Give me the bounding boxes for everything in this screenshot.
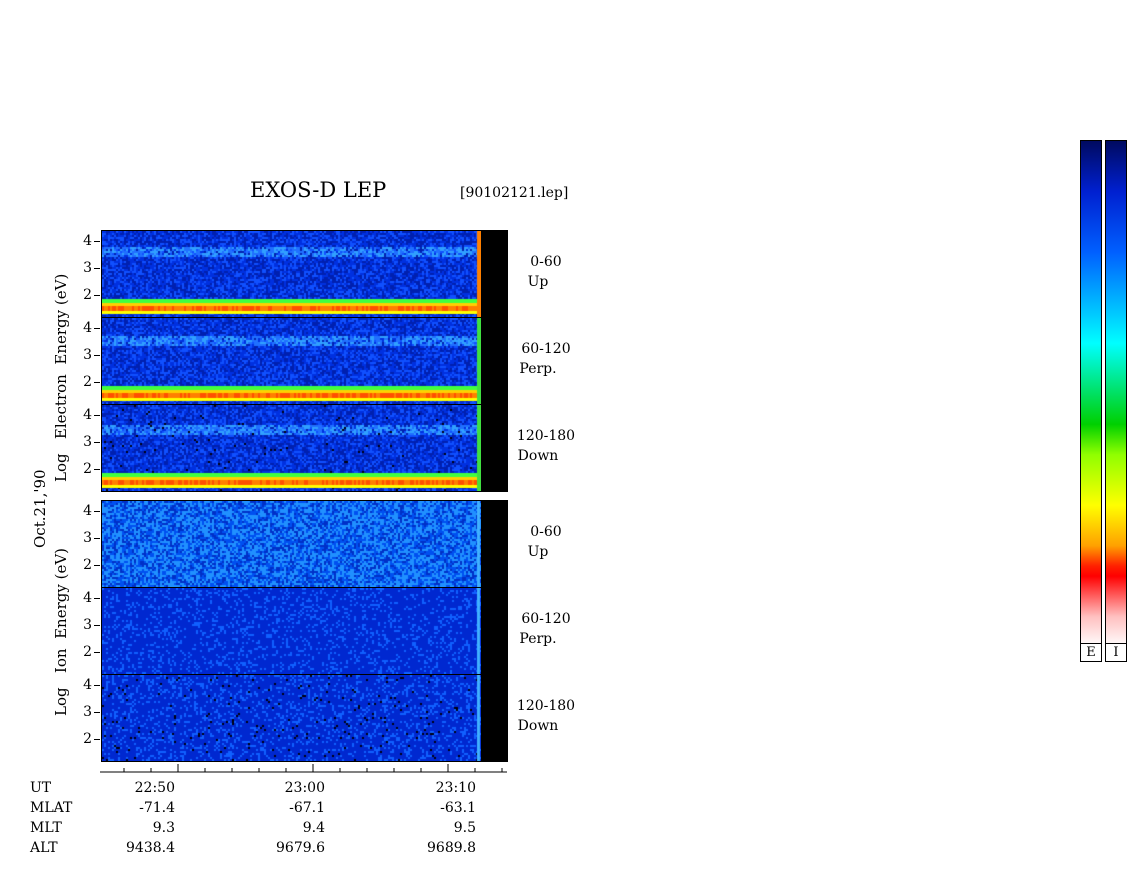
file-name: [90102121.lep] (460, 185, 569, 201)
ion-direction-label: Perp. (519, 631, 557, 647)
electron-direction-label: Down (517, 448, 559, 464)
y-tick-label: 4 (83, 320, 92, 336)
y-tick-mark (94, 469, 100, 470)
ion-panel-2 (101, 587, 482, 675)
footer-row-label: MLAT (30, 800, 73, 816)
ion-colorbar (1105, 140, 1127, 648)
footer-value: 9.5 (453, 820, 476, 836)
y-tick-mark (94, 739, 100, 740)
footer-value: -67.1 (289, 800, 325, 816)
y-tick-mark (94, 241, 100, 242)
footer-row-label: ALT (30, 840, 58, 856)
footer-value: 23:10 (435, 780, 476, 796)
y-tick-label: 3 (83, 617, 92, 633)
y-tick-label: 3 (83, 347, 92, 363)
ion-panel-3 (101, 674, 482, 762)
ion-colorbar-label: I (1105, 643, 1127, 662)
y-tick-mark (94, 598, 100, 599)
footer-value: 9438.4 (126, 840, 175, 856)
y-tick-mark (94, 652, 100, 653)
date-label: Oct.21,'90 (31, 469, 49, 548)
chart-title: EXOS-D LEP (250, 178, 387, 202)
y-tick-label: 3 (83, 260, 92, 276)
y-tick-label: 2 (83, 731, 92, 747)
y-tick-label: 3 (83, 704, 92, 720)
y-tick-label: 4 (83, 407, 92, 423)
y-tick-mark (94, 328, 100, 329)
y-tick-mark (94, 565, 100, 566)
footer-value: 22:50 (134, 780, 175, 796)
y-tick-mark (94, 511, 100, 512)
y-tick-mark (94, 685, 100, 686)
footer-value: 9.4 (302, 820, 325, 836)
footer-row-label: MLT (30, 820, 62, 836)
y-tick-label: 2 (83, 287, 92, 303)
electron-direction-label: Perp. (519, 361, 557, 377)
ion-pitch-range-label: 60-120 (521, 611, 571, 627)
electron-pitch-range-label: 0-60 (530, 254, 562, 270)
y-tick-label: 4 (83, 503, 92, 519)
y-tick-label: 4 (83, 590, 92, 606)
ion-direction-label: Down (517, 718, 559, 734)
y-tick-mark (94, 295, 100, 296)
footer-value: 23:00 (284, 780, 325, 796)
y-tick-mark (94, 538, 100, 539)
y-tick-mark (94, 712, 100, 713)
electron-panel-3 (101, 404, 482, 492)
y-tick-label: 2 (83, 461, 92, 477)
y-tick-mark (94, 355, 100, 356)
y-tick-label: 3 (83, 434, 92, 450)
electron-direction-label: Up (527, 274, 549, 290)
y-tick-label: 3 (83, 530, 92, 546)
electron-pitch-range-label: 60-120 (521, 341, 571, 357)
ion-pitch-range-label: 120-180 (516, 698, 576, 714)
footer-value: 9679.6 (276, 840, 325, 856)
electron-colorbar (1080, 140, 1102, 648)
footer-value: 9.3 (152, 820, 175, 836)
y-tick-label: 4 (83, 233, 92, 249)
ion-pitch-range-label: 0-60 (530, 524, 562, 540)
y-tick-mark (94, 268, 100, 269)
electron-panel-1 (101, 230, 482, 318)
y-tick-mark (94, 442, 100, 443)
footer-row-label: UT (30, 780, 52, 796)
ion-direction-label: Up (527, 544, 549, 560)
x-axis (100, 764, 507, 773)
ion-axis-label: Log Ion Energy (eV) (52, 547, 70, 716)
electron-axis-label: Log Electron Energy (eV) (52, 273, 70, 482)
electron-colorbar-label: E (1080, 643, 1102, 662)
y-tick-label: 2 (83, 374, 92, 390)
y-tick-label: 2 (83, 557, 92, 573)
footer-value: -63.1 (440, 800, 476, 816)
footer-value: 9689.8 (427, 840, 476, 856)
ion-panel-1 (101, 500, 482, 588)
y-tick-label: 2 (83, 644, 92, 660)
y-tick-mark (94, 625, 100, 626)
y-tick-mark (94, 382, 100, 383)
electron-pitch-range-label: 120-180 (516, 428, 576, 444)
footer-value: -71.4 (139, 800, 175, 816)
y-tick-mark (94, 415, 100, 416)
y-tick-label: 4 (83, 677, 92, 693)
electron-panel-2 (101, 317, 482, 405)
